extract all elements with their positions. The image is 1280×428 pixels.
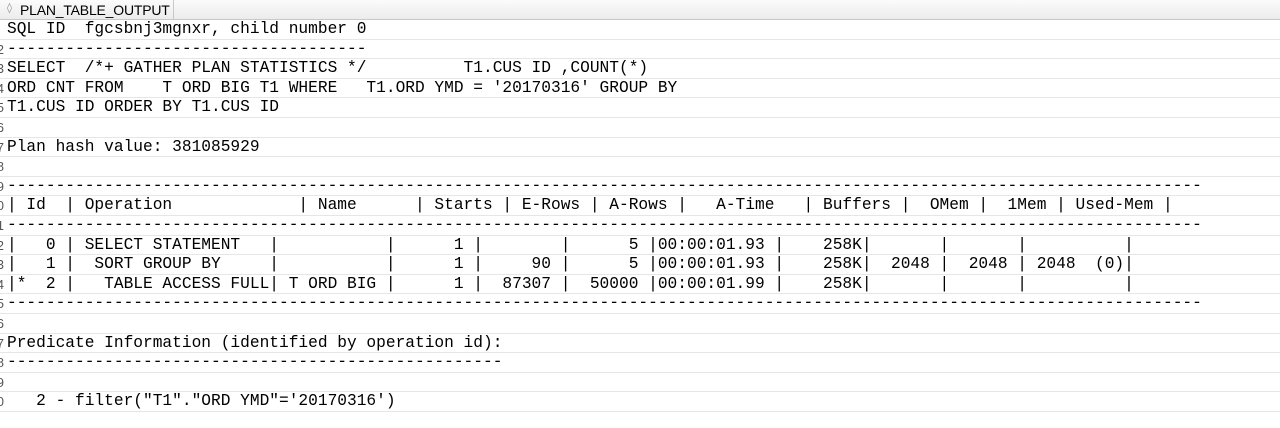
plan-output-row[interactable]: 9---------------------------------------… bbox=[0, 177, 1280, 197]
plan-output-row[interactable]: 7Plan hash value: 381085929 bbox=[0, 138, 1280, 158]
plan-output-row[interactable]: 9 bbox=[0, 373, 1280, 393]
plan-output-row[interactable]: 4ORD CNT FROM T ORD BIG T1 WHERE T1.ORD … bbox=[0, 79, 1280, 99]
row-number: 4 bbox=[0, 276, 4, 294]
plan-output-row[interactable]: 2------------------------------------- bbox=[0, 40, 1280, 60]
row-number: 7 bbox=[0, 139, 4, 157]
plan-output-cell[interactable]: ------------------------------------- bbox=[7, 40, 366, 59]
row-number: 5 bbox=[0, 295, 4, 313]
plan-output-row[interactable]: 3| 1 | SORT GROUP BY | | 1 | 90 | 5 |00:… bbox=[0, 255, 1280, 275]
plan-output-row[interactable]: 6 bbox=[0, 314, 1280, 334]
plan-output-row[interactable]: 1---------------------------------------… bbox=[0, 216, 1280, 236]
drag-handle-icon: ◊ bbox=[7, 3, 12, 14]
plan-output-cell[interactable]: | 0 | SELECT STATEMENT | | 1 | | 5 |00:0… bbox=[7, 236, 1134, 255]
plan-output-row[interactable]: 5---------------------------------------… bbox=[0, 294, 1280, 314]
plan-output-cell[interactable]: ----------------------------------------… bbox=[7, 353, 502, 372]
plan-output-row[interactable]: 4|* 2 | TABLE ACCESS FULL| T ORD BIG | 1… bbox=[0, 275, 1280, 295]
plan-output-cell[interactable]: ----------------------------------------… bbox=[7, 177, 1202, 196]
plan-output-row[interactable]: 6 bbox=[0, 118, 1280, 138]
plan-output-cell[interactable]: |* 2 | TABLE ACCESS FULL| T ORD BIG | 1 … bbox=[7, 275, 1134, 294]
row-number: 9 bbox=[0, 374, 4, 392]
plan-output-cell[interactable]: ----------------------------------------… bbox=[7, 216, 1202, 235]
row-number: 8 bbox=[0, 354, 4, 372]
plan-output-cell[interactable]: T1.CUS ID ORDER BY T1.CUS ID bbox=[7, 98, 279, 117]
plan-output-cell[interactable]: SELECT /*+ GATHER PLAN STATISTICS */ T1.… bbox=[7, 59, 648, 78]
result-rows: SQL ID fgcsbnj3mgnxr, child number 02---… bbox=[0, 20, 1280, 428]
row-number: 6 bbox=[0, 315, 4, 333]
row-number: 2 bbox=[0, 41, 4, 59]
plan-output-row[interactable]: SQL ID fgcsbnj3mgnxr, child number 0 bbox=[0, 20, 1280, 40]
plan-output-cell[interactable]: | 1 | SORT GROUP BY | | 1 | 90 | 5 |00:0… bbox=[7, 255, 1134, 274]
row-number: 7 bbox=[0, 335, 4, 353]
plan-output-row[interactable]: 7Predicate Information (identified by op… bbox=[0, 334, 1280, 354]
plan-output-row[interactable] bbox=[0, 412, 1280, 428]
plan-output-cell[interactable]: 2 - filter("T1"."ORD YMD"='20170316') bbox=[7, 392, 395, 411]
row-number: 4 bbox=[0, 80, 4, 98]
plan-output-row[interactable]: 2| 0 | SELECT STATEMENT | | 1 | | 5 |00:… bbox=[0, 236, 1280, 256]
plan-output-cell[interactable]: Plan hash value: 381085929 bbox=[7, 138, 260, 157]
query-result-grid: ◊ PLAN_TABLE_OUTPUT SQL ID fgcsbnj3mgnxr… bbox=[0, 0, 1280, 428]
plan-output-row[interactable]: 8 bbox=[0, 157, 1280, 177]
plan-output-row[interactable]: 8---------------------------------------… bbox=[0, 353, 1280, 373]
column-header-plan-table-output[interactable]: ◊ PLAN_TABLE_OUTPUT bbox=[0, 0, 1280, 20]
plan-output-cell[interactable]: Predicate Information (identified by ope… bbox=[7, 334, 502, 353]
plan-output-row[interactable]: 5T1.CUS ID ORDER BY T1.CUS ID bbox=[0, 98, 1280, 118]
row-number: 2 bbox=[0, 237, 4, 255]
column-header-label: PLAN_TABLE_OUTPUT bbox=[20, 2, 170, 18]
row-number: 0 bbox=[0, 197, 4, 215]
row-number: 9 bbox=[0, 178, 4, 196]
row-number: 3 bbox=[0, 60, 4, 78]
plan-output-cell[interactable]: SQL ID fgcsbnj3mgnxr, child number 0 bbox=[7, 20, 366, 39]
row-number: 1 bbox=[0, 217, 4, 235]
plan-output-cell[interactable]: ----------------------------------------… bbox=[7, 294, 1202, 313]
plan-output-row[interactable]: 0 2 - filter("T1"."ORD YMD"='20170316') bbox=[0, 392, 1280, 412]
row-number: 3 bbox=[0, 256, 4, 274]
plan-output-row[interactable]: 3SELECT /*+ GATHER PLAN STATISTICS */ T1… bbox=[0, 59, 1280, 79]
row-number: 6 bbox=[0, 119, 4, 137]
row-number: 0 bbox=[0, 393, 4, 411]
plan-output-row[interactable]: 0| Id | Operation | Name | Starts | E-Ro… bbox=[0, 196, 1280, 216]
column-resize-handle[interactable] bbox=[173, 0, 174, 19]
plan-output-cell[interactable]: | Id | Operation | Name | Starts | E-Row… bbox=[7, 196, 1173, 215]
row-number: 5 bbox=[0, 99, 4, 117]
plan-output-cell[interactable]: ORD CNT FROM T ORD BIG T1 WHERE T1.ORD Y… bbox=[7, 79, 677, 98]
row-number: 8 bbox=[0, 158, 4, 176]
